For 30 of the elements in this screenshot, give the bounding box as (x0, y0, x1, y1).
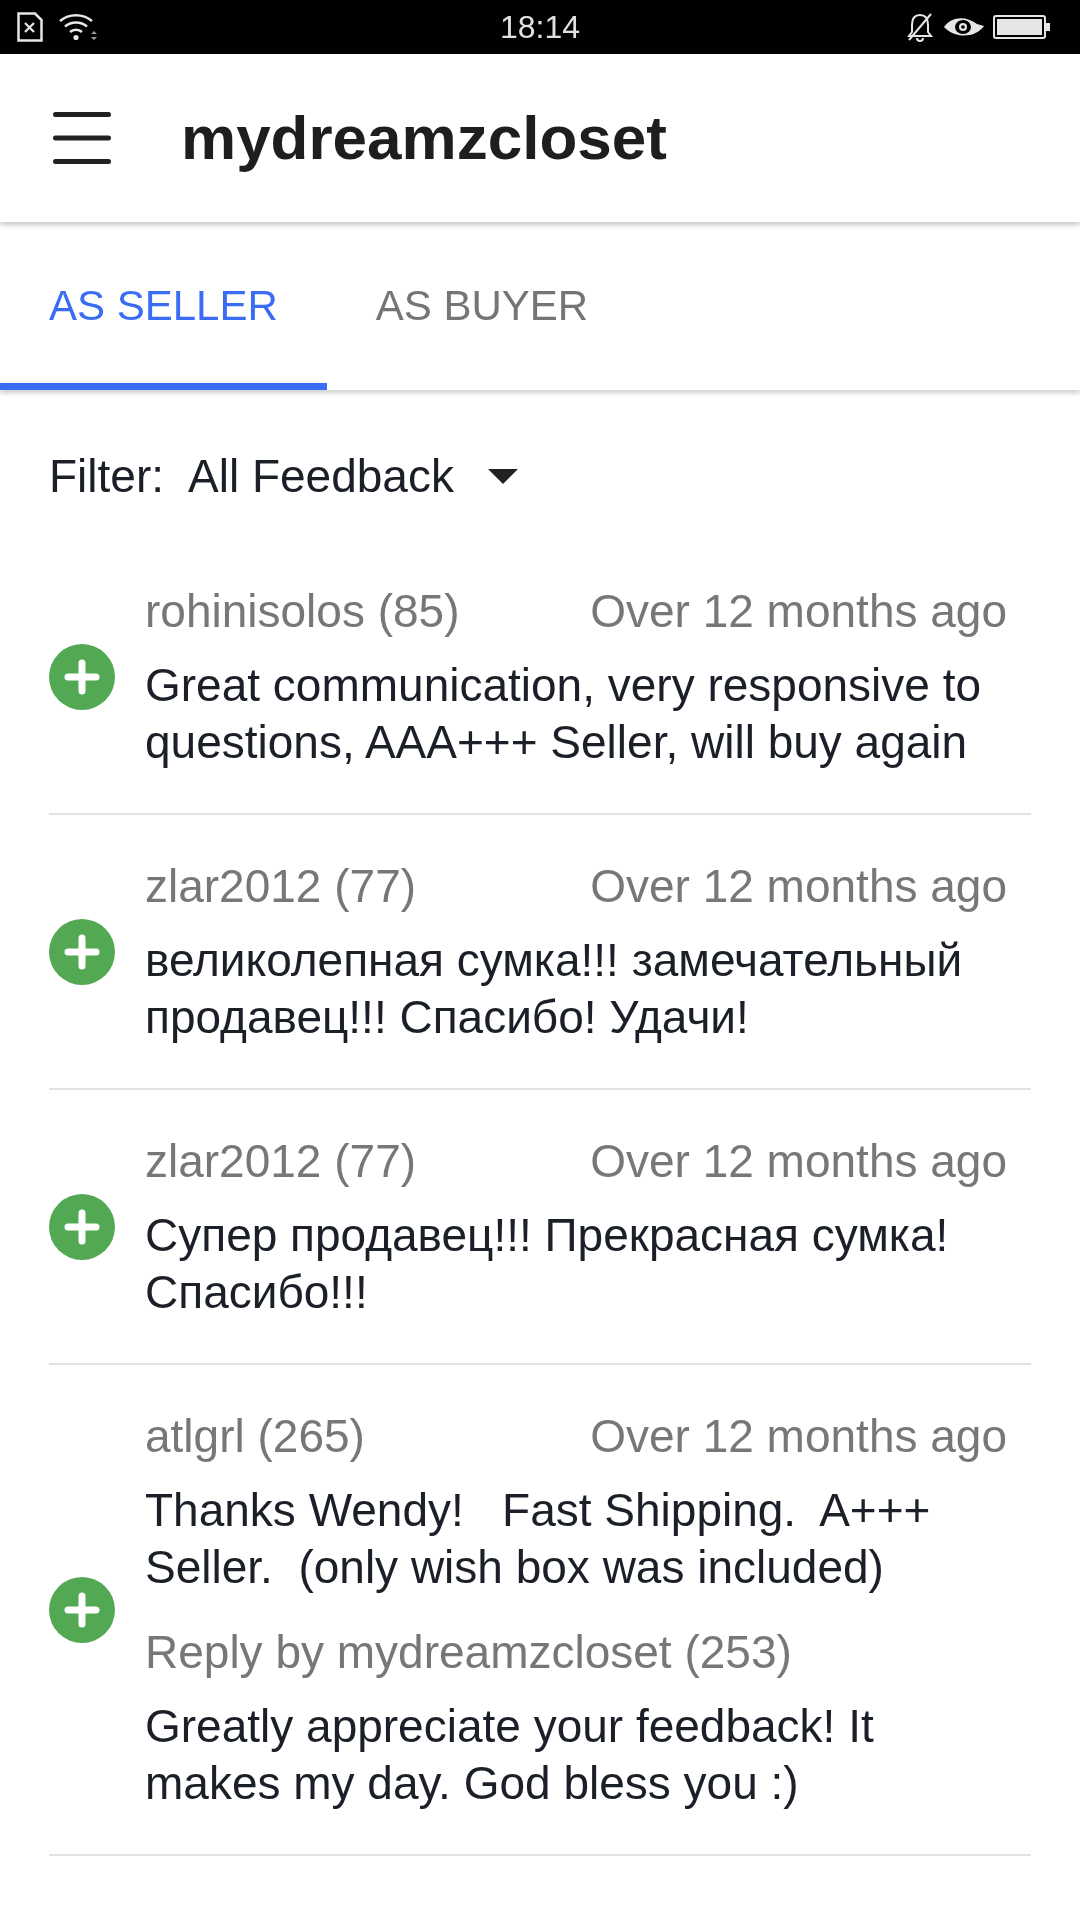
reply-label: Reply by mydreamzcloset (253) (145, 1625, 793, 1680)
feedback-comment: Супер продавец!!! Прекрасная сумка! Спасибо!!! (145, 1208, 950, 1320)
app-title: mydreamzcloset (181, 103, 667, 173)
plus-circle-icon (49, 1576, 115, 1643)
bell-off-icon (905, 12, 935, 42)
sim-card-icon (17, 12, 43, 42)
tab[interactable]: AS SELLER (0, 222, 327, 390)
feedback-comment: великолепная сумка!!! замечательный продавец!!! Спасибо! Удачи! (145, 933, 964, 1045)
feedback-time: Over 12 months ago (590, 584, 1007, 639)
plus-circle-icon (49, 918, 115, 985)
reviewer-name: atlgrl (265) (145, 1409, 365, 1464)
reviewer-name: zlar2012 (77) (145, 859, 417, 914)
plus-circle-icon (49, 1193, 115, 1260)
wifi-icon (58, 12, 98, 42)
reviewer-name: zlar2012 (77) (145, 1134, 417, 1189)
reviewer-name: rohinisolos (85) (145, 584, 460, 639)
menu-icon[interactable] (53, 112, 111, 164)
filter-dropdown[interactable]: All Feedback (188, 447, 518, 505)
reply-text: Greatly appreciate your feedback! It makes my day. God bless you :) (145, 1699, 875, 1811)
tab[interactable]: AS BUYER (326, 222, 638, 390)
feedback-time: Over 12 months ago (590, 1409, 1007, 1464)
feedback-time: Over 12 months ago (590, 859, 1007, 914)
clock-time: 18:14 (499, 8, 581, 46)
feedback-comment: Great communication, very responsive to questions, AAA+++ Seller, will buy again (145, 658, 983, 770)
battery-icon (993, 15, 1051, 39)
plus-circle-icon (49, 643, 115, 710)
caret-down-icon (487, 468, 518, 484)
filter-label: Filter: (49, 449, 164, 504)
feedback-time: Over 12 months ago (590, 1134, 1007, 1189)
feedback-comment: Thanks Wendy! Fast Shipping. A+++ Seller. (only wish box was included) (145, 1483, 932, 1595)
